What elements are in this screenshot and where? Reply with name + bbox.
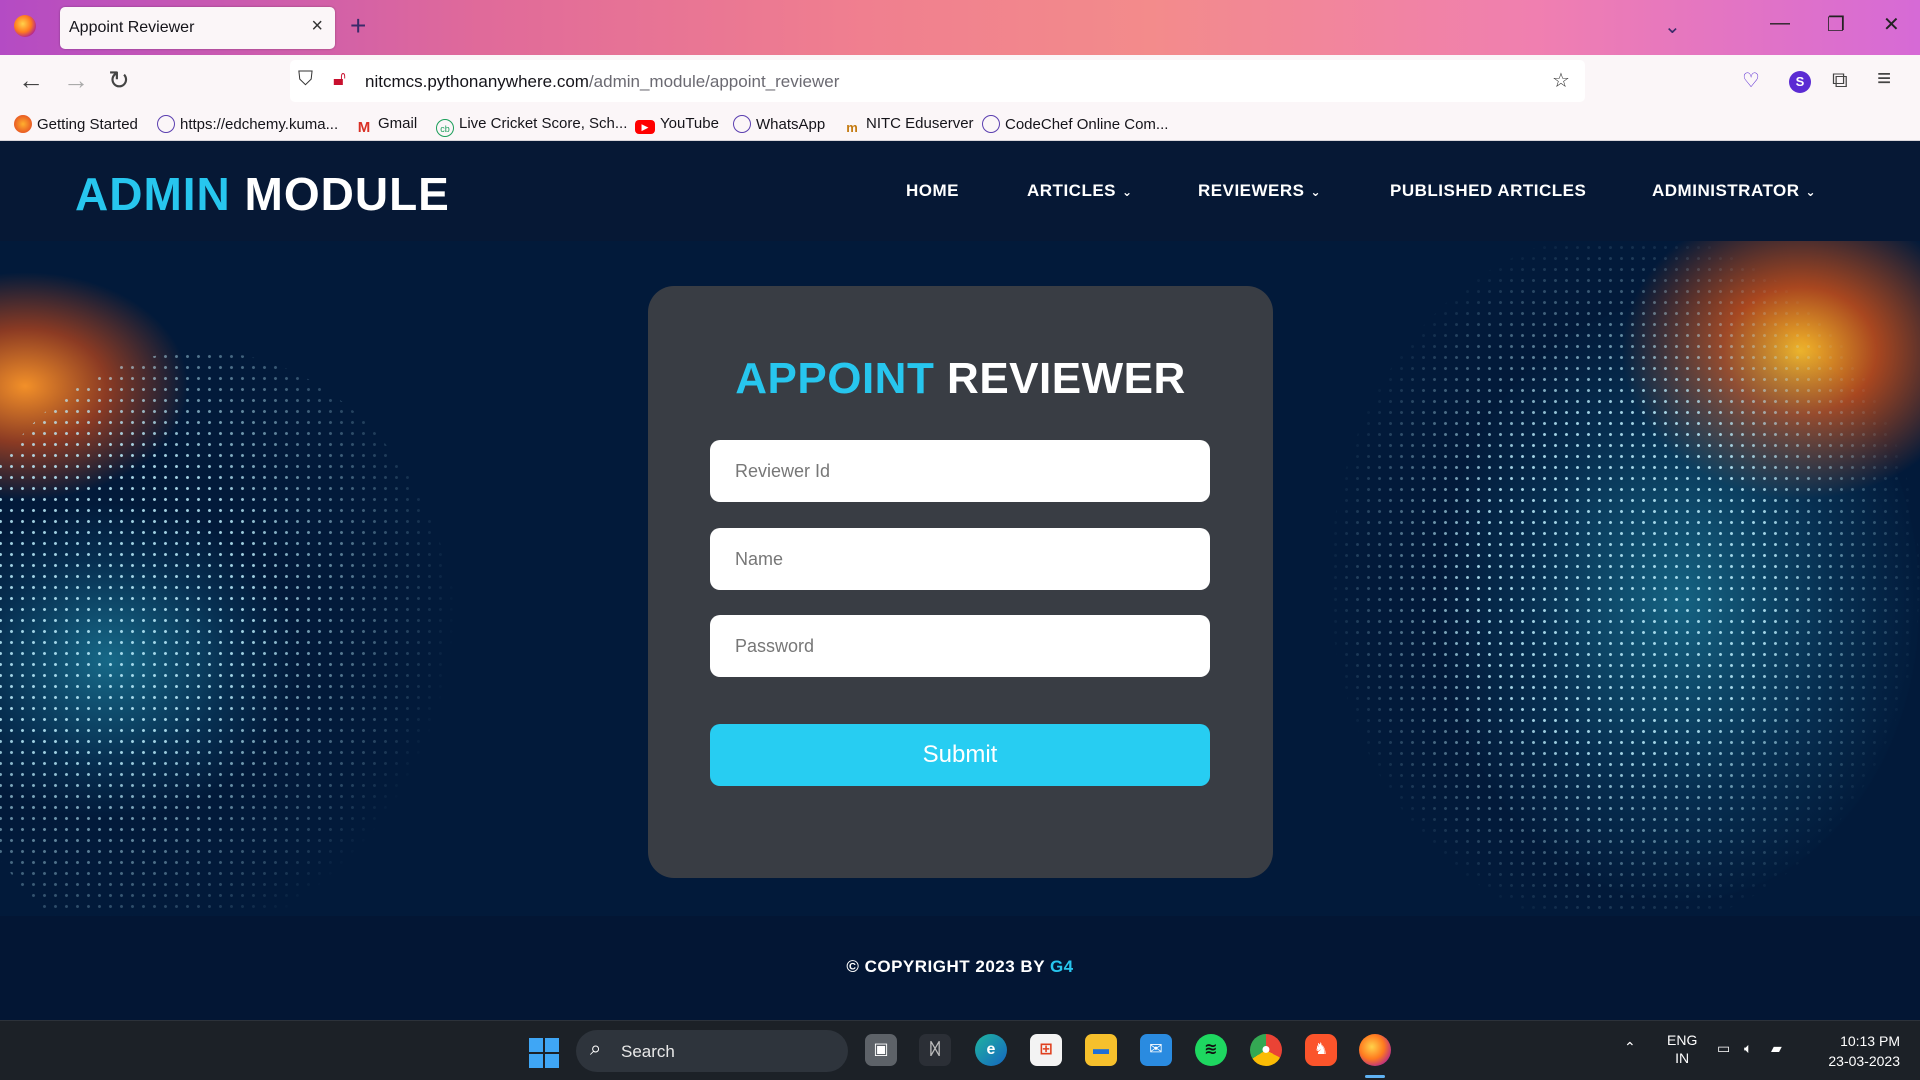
browser-toolbar: ← → ↻ ⛉ 🔓︎ nitcmcs.pythonanywhere.com/ad… [0, 55, 1920, 111]
address-bar[interactable]: ⛉ 🔓︎ nitcmcs.pythonanywhere.com/admin_mo… [290, 60, 1585, 102]
firefox-icon[interactable] [14, 15, 36, 37]
appoint-reviewer-card: APPOINT REVIEWER Submit [648, 286, 1273, 878]
bookmark-getting-started[interactable]: Getting Started [14, 115, 138, 133]
bookmark-cricket[interactable]: cb Live Cricket Score, Sch... [436, 115, 627, 137]
close-icon[interactable]: × [311, 15, 323, 38]
predator-sense-icon[interactable]: ᛞ [919, 1034, 951, 1066]
bookmark-gmail[interactable]: M Gmail [355, 115, 417, 137]
chevron-down-icon[interactable]: ⌄ [1664, 14, 1681, 39]
pocket-icon[interactable]: ♡ [1742, 68, 1760, 93]
edge-icon[interactable]: e [975, 1034, 1007, 1066]
chevron-down-icon: ⌄ [1122, 185, 1133, 199]
forward-arrow-icon[interactable]: → [63, 65, 89, 96]
decorative-dots [1330, 241, 1920, 916]
youtube-icon: ▶ [635, 120, 655, 134]
task-view-icon[interactable]: ▣ [865, 1034, 897, 1066]
network-icon[interactable]: ▭ [1717, 1039, 1730, 1057]
active-app-indicator [1365, 1075, 1385, 1078]
bookmarks-bar: Getting Started https://edchemy.kuma... … [0, 111, 1920, 141]
globe-icon [982, 115, 1000, 133]
nav-home[interactable]: HOME [906, 181, 959, 201]
reload-icon[interactable]: ↻ [108, 65, 130, 96]
site-logo[interactable]: ADMIN MODULE [75, 167, 450, 221]
reviewer-id-input[interactable] [710, 440, 1210, 502]
taskbar-search-label: Search [621, 1042, 675, 1061]
minimize-icon[interactable]: — [1770, 12, 1790, 35]
volume-icon[interactable]: 🔈︎ [1744, 1039, 1752, 1057]
cricbuzz-icon: cb [436, 119, 454, 137]
password-input[interactable] [710, 615, 1210, 677]
url-text[interactable]: nitcmcs.pythonanywhere.com/admin_module/… [365, 72, 839, 92]
spotify-icon[interactable]: ≋ [1195, 1034, 1227, 1066]
firefox-taskbar-icon[interactable] [1359, 1034, 1391, 1066]
nav-reviewers[interactable]: REVIEWERS ⌄ [1198, 181, 1321, 201]
copyright-text: © COPYRIGHT 2023 BY G4 [846, 957, 1074, 976]
chevron-down-icon: ⌄ [1805, 185, 1817, 199]
language-indicator[interactable]: ENG IN [1667, 1031, 1697, 1067]
bookmark-codechef[interactable]: CodeChef Online Com... [982, 115, 1168, 133]
bookmark-nitc-eduserver[interactable]: m NITC Eduserver [843, 115, 973, 137]
mail-icon[interactable]: ✉ [1140, 1034, 1172, 1066]
author-link[interactable]: G4 [1050, 957, 1074, 976]
nav-administrator[interactable]: ADMINISTRATOR ⌄ [1652, 181, 1816, 201]
tab-title: Appoint Reviewer [69, 19, 195, 36]
profile-avatar[interactable]: S [1789, 71, 1811, 93]
nitc-icon: m [846, 120, 858, 135]
windows-start-icon[interactable] [529, 1038, 559, 1068]
browser-tab-strip: Appoint Reviewer × + ⌄ — ❐ ✕ [0, 0, 1920, 55]
name-input[interactable] [710, 528, 1210, 590]
brave-icon[interactable]: ♞ [1305, 1034, 1337, 1066]
search-icon: ⌕ [590, 1038, 602, 1060]
decorative-dots [0, 351, 460, 916]
chevron-up-icon[interactable]: ⌃ [1624, 1038, 1636, 1056]
battery-icon[interactable]: ▰ [1771, 1039, 1782, 1057]
hero-background: APPOINT REVIEWER Submit [0, 241, 1920, 916]
close-window-icon[interactable]: ✕ [1883, 12, 1900, 37]
site-header: ADMIN MODULE HOME ARTICLES ⌄ REVIEWERS ⌄ P… [0, 141, 1920, 241]
chrome-icon[interactable]: ● [1250, 1034, 1282, 1066]
page-title: APPOINT REVIEWER [735, 354, 1186, 403]
gmail-icon: M [357, 119, 371, 136]
bookmark-youtube[interactable]: ▶ YouTube [635, 115, 719, 134]
star-bookmark-icon[interactable]: ☆ [1552, 68, 1570, 93]
nav-articles[interactable]: ARTICLES ⌄ [1027, 181, 1133, 201]
chevron-down-icon: ⌄ [1310, 185, 1322, 199]
url-path: /admin_module/appoint_reviewer [588, 72, 840, 91]
back-arrow-icon[interactable]: ← [18, 65, 44, 96]
windows-taskbar: ⌕ Search ▣ ᛞ e ⊞ ▬ ✉ ≋ ● ♞ ⌃ ENG IN ▭ 🔈︎ … [0, 1020, 1920, 1080]
taskbar-search[interactable]: ⌕ Search [576, 1030, 848, 1072]
nav-published-articles[interactable]: PUBLISHED ARTICLES [1390, 181, 1586, 201]
lock-insecure-icon[interactable]: 🔓︎ [333, 68, 346, 91]
firefox-icon [14, 115, 32, 133]
globe-icon [157, 115, 175, 133]
site-footer: © COPYRIGHT 2023 BY G4 [0, 916, 1920, 1020]
extensions-icon[interactable]: ⧉ [1832, 67, 1848, 93]
bookmark-edchemy[interactable]: https://edchemy.kuma... [157, 115, 338, 133]
url-domain: nitcmcs.pythonanywhere.com [365, 72, 589, 91]
file-explorer-icon[interactable]: ▬ [1085, 1034, 1117, 1066]
microsoft-store-icon[interactable]: ⊞ [1030, 1034, 1062, 1066]
submit-button[interactable]: Submit [710, 724, 1210, 786]
shield-icon[interactable]: ⛉ [298, 68, 313, 91]
new-tab-icon[interactable]: + [350, 10, 366, 42]
bookmark-whatsapp[interactable]: WhatsApp [733, 115, 825, 133]
globe-icon [733, 115, 751, 133]
system-clock[interactable]: 10:13 PM 23-03-2023 [1812, 1031, 1900, 1071]
restore-icon[interactable]: ❐ [1827, 12, 1845, 37]
menu-hamburger-icon[interactable]: ≡ [1877, 65, 1891, 93]
active-tab[interactable]: Appoint Reviewer × [60, 7, 335, 49]
web-page: ADMIN MODULE HOME ARTICLES ⌄ REVIEWERS ⌄ P… [0, 141, 1920, 1020]
